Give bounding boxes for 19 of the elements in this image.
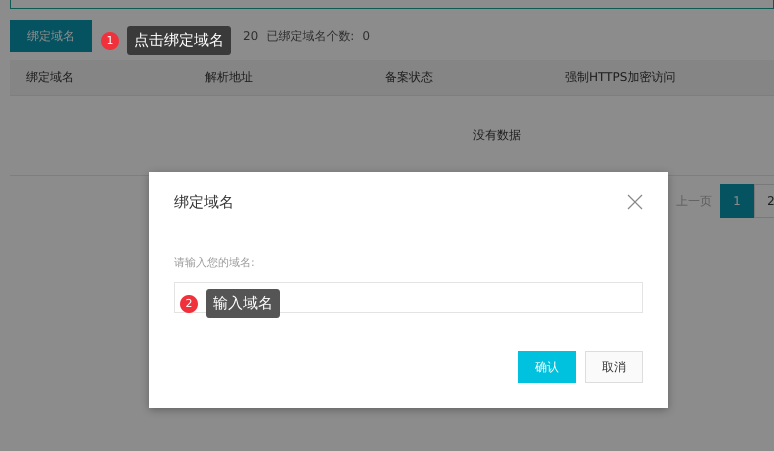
- dialog-title: 绑定域名: [174, 192, 234, 212]
- step-badge: 1: [101, 32, 119, 50]
- bound-count: 0: [362, 29, 370, 43]
- page-button[interactable]: 2: [754, 184, 774, 218]
- hint-tooltip: 输入域名: [206, 289, 280, 318]
- bound-count-label: 已绑定域名个数:: [266, 28, 354, 44]
- close-icon[interactable]: [627, 194, 643, 210]
- cancel-button[interactable]: 取消: [585, 351, 643, 383]
- column-header: 解析地址: [205, 69, 253, 86]
- field-label: 请输入您的域名:: [174, 255, 256, 270]
- hint-tooltip: 点击绑定域名: [127, 26, 231, 55]
- column-header: 备案状态: [385, 69, 433, 86]
- column-header: 强制HTTPS加密访问: [565, 69, 676, 86]
- confirm-button[interactable]: 确认: [518, 351, 576, 383]
- column-header: 绑定域名: [26, 69, 74, 86]
- bind-domain-button[interactable]: 绑定域名: [10, 20, 92, 52]
- max-count: 20: [243, 29, 258, 43]
- empty-message: 没有数据: [473, 127, 521, 144]
- page-button[interactable]: 1: [720, 184, 754, 218]
